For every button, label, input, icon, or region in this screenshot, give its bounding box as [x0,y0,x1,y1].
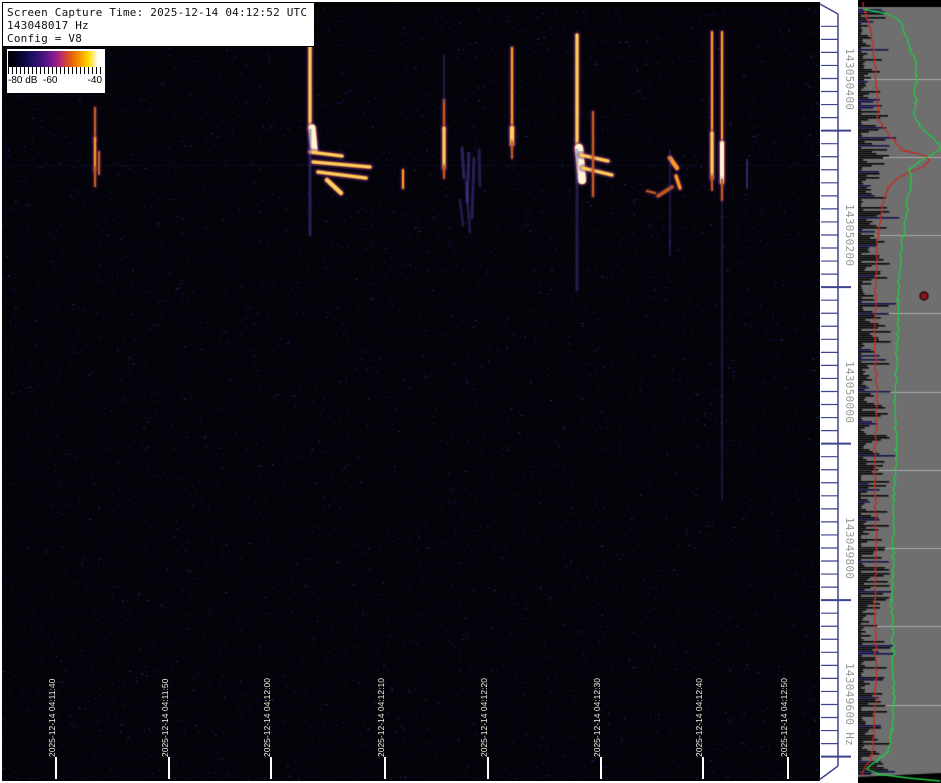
frequency-tick-label: 143049600 Hz [843,663,856,747]
colorbar-gradient [8,51,104,67]
time-tick-text: 2025-12-14 04:12:50 [779,678,789,757]
time-tick-label: 2025-12-14 04:11:40 [47,659,67,779]
capture-time-text: Screen Capture Time: 2025-12-14 04:12:52… [7,6,308,19]
colorbar-label-mid: -60 [43,75,58,86]
spectrum-monitor-window: 143050400 143050200 143050000 143049800 1430… [0,0,941,783]
time-tick-text: 2025-12-14 04:12:20 [479,678,489,757]
time-tick-text: 2025-12-14 04:12:10 [376,678,386,757]
time-tick-mark [270,757,272,779]
time-tick-label: 2025-12-14 04:12:40 [694,659,714,779]
time-tick-mark [384,757,386,779]
colorbar-label-min: -80 dB [8,75,38,86]
time-tick-text: 2025-12-14 04:12:40 [694,678,704,757]
time-tick-label: 2025-12-14 04:11:50 [160,659,180,779]
frequency-tick-label: 143050000 [843,360,856,424]
time-tick-mark [702,757,704,779]
color-scale-legend: -80 dB -60 -40 [7,49,105,93]
time-tick-label: 2025-12-14 04:12:50 [779,659,799,779]
config-text: Config = V8 [7,32,83,45]
colorbar-ticks [8,67,104,74]
time-tick-text: 2025-12-14 04:12:30 [592,678,602,757]
frequency-tick-label: 143050200 [843,203,856,267]
frequency-tick-label: 143049800 [843,516,856,580]
time-tick-mark [168,757,170,779]
center-frequency-text: 143048017 Hz [7,19,89,32]
colorbar-label-max: -40 [87,75,102,86]
time-tick-text: 2025-12-14 04:12:00 [262,678,272,757]
time-tick-label: 2025-12-14 04:12:20 [479,659,499,779]
frequency-tick-label: 143050400 [843,47,856,111]
time-tick-label: 2025-12-14 04:12:30 [592,659,612,779]
time-tick-text: 2025-12-14 04:11:40 [47,678,57,757]
colorbar-labels: -80 dB -60 -40 [7,74,105,88]
time-tick-mark [55,757,57,779]
time-tick-label: 2025-12-14 04:12:00 [262,659,282,779]
capture-info-box: Screen Capture Time: 2025-12-14 04:12:52… [2,2,315,47]
spectrum-panel-canvas[interactable] [858,0,941,783]
time-tick-mark [600,757,602,779]
time-tick-text: 2025-12-14 04:11:50 [160,678,170,757]
time-tick-mark [487,757,489,779]
time-tick-label: 2025-12-14 04:12:10 [376,659,396,779]
time-tick-mark [787,757,789,779]
waterfall-canvas[interactable] [2,2,820,781]
